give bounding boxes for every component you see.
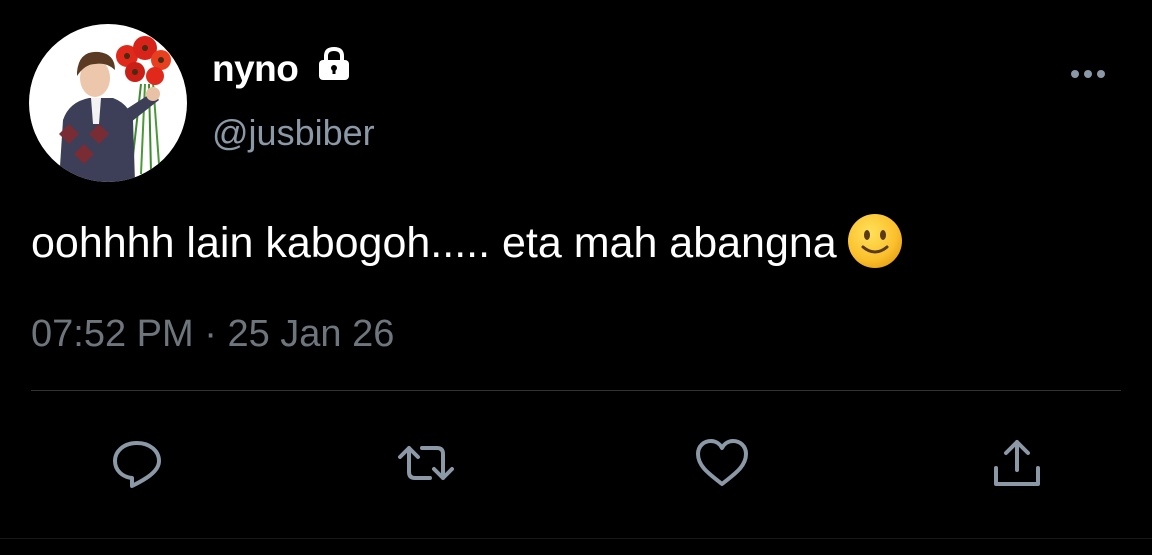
- bottom-divider: [0, 538, 1152, 539]
- retweet-button[interactable]: [396, 433, 456, 493]
- slightly-smiling-face-icon: [847, 214, 902, 268]
- timestamp-separator: ·: [193, 313, 228, 355]
- tweet-body: oohhhh lain kabogoh..... eta mah abangna: [31, 219, 837, 267]
- avatar[interactable]: [29, 24, 187, 182]
- share-button[interactable]: [987, 433, 1047, 493]
- share-icon: [994, 440, 1040, 486]
- divider: [31, 390, 1121, 391]
- more-options-icon[interactable]: [1066, 64, 1110, 84]
- tweet-timestamp[interactable]: 07:52 PM · 25 Jan 26: [31, 311, 394, 357]
- tweet-time: 07:52 PM: [31, 313, 194, 355]
- tweet-text: oohhhh lain kabogoh..... eta mah abangna: [31, 213, 903, 269]
- heart-icon: [696, 439, 748, 486]
- lock-icon: [319, 46, 349, 80]
- display-name[interactable]: nyno: [212, 47, 299, 91]
- reply-button[interactable]: [107, 433, 167, 493]
- like-button[interactable]: [692, 433, 752, 493]
- reply-icon: [113, 441, 161, 488]
- avatar-image: [29, 24, 187, 182]
- retweet-icon: [398, 446, 454, 480]
- tweet-date: 25 Jan 26: [227, 313, 395, 355]
- user-handle[interactable]: @jusbiber: [212, 112, 375, 154]
